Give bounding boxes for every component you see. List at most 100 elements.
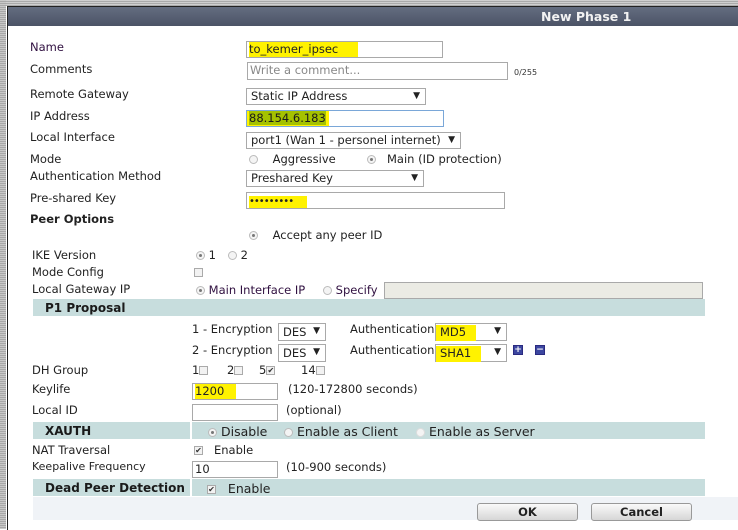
authentication-2-select[interactable]: SHA1 ▼ xyxy=(435,344,507,362)
name-label: Name xyxy=(30,40,64,54)
checkmark-icon: ✔ xyxy=(266,366,276,375)
keylife-input[interactable]: 1200 xyxy=(192,383,278,400)
dh-group-14-checkbox[interactable]: 14 xyxy=(301,363,325,377)
checkbox-icon xyxy=(199,366,209,375)
radio-icon xyxy=(323,286,332,295)
mode-main-radio[interactable]: Main (ID protection) xyxy=(367,152,502,166)
xauth-server-radio[interactable]: Enable as Server xyxy=(416,424,535,439)
local-gateway-main-label: Main Interface IP xyxy=(208,283,306,297)
remote-gateway-select[interactable]: Static IP Address ▼ xyxy=(246,88,426,105)
ip-address-label: IP Address xyxy=(30,109,90,123)
window-frame-left xyxy=(0,0,6,529)
encryption-2-select[interactable]: DES ▼ xyxy=(278,344,326,362)
authentication-1-label: Authentication xyxy=(350,322,435,336)
radio-icon xyxy=(249,155,258,164)
checkbox-icon xyxy=(315,366,325,375)
mode-aggressive-label: Aggressive xyxy=(272,152,336,166)
keylife-value: 1200 xyxy=(195,384,237,399)
band-divider xyxy=(190,422,192,439)
local-gateway-main-radio[interactable]: Main Interface IP xyxy=(196,283,305,297)
keepalive-value: 10 xyxy=(195,462,210,476)
dh-group-5-checkbox[interactable]: 5✔ xyxy=(259,363,276,377)
local-gateway-specify-radio[interactable]: Specify xyxy=(323,283,378,297)
nat-traversal-checkbox[interactable]: ✔ Enable xyxy=(194,443,253,457)
radio-icon xyxy=(284,428,293,437)
psk-label: Pre-shared Key xyxy=(30,191,117,205)
authentication-1-value: MD5 xyxy=(436,325,477,341)
local-id-input[interactable] xyxy=(192,404,278,421)
new-phase1-dialog: New Phase 1 Name to_kemer_ipsec Comments… xyxy=(7,6,738,530)
mode-config-label: Mode Config xyxy=(32,265,104,279)
nat-traversal-label: NAT Traversal xyxy=(32,443,111,457)
authentication-2-value: SHA1 xyxy=(436,346,482,362)
auth-method-value: Preshared Key xyxy=(251,171,333,185)
comments-counter: 0/255 xyxy=(514,68,538,77)
dh-group-1-checkbox[interactable]: 1 xyxy=(192,363,209,377)
encryption-2-value: DES xyxy=(283,346,307,360)
band-divider xyxy=(190,479,192,496)
auth-method-select[interactable]: Preshared Key ▼ xyxy=(246,170,424,187)
radio-selected-icon xyxy=(208,428,217,437)
dh-group-14-label: 14 xyxy=(301,363,316,377)
name-input[interactable]: to_kemer_ipsec xyxy=(246,41,443,58)
psk-input[interactable]: ••••••••• xyxy=(246,192,505,209)
dh-group-2-label: 2 xyxy=(227,363,235,377)
xauth-disable-label: Disable xyxy=(220,424,268,439)
xauth-heading: XAUTH xyxy=(45,424,92,438)
ike-version-2-radio[interactable]: 2 xyxy=(228,248,248,262)
dh-group-1-label: 1 xyxy=(192,363,200,377)
remote-gateway-label: Remote Gateway xyxy=(30,87,129,101)
mode-label: Mode xyxy=(30,152,62,166)
encryption-1-label: 1 - Encryption xyxy=(192,322,273,336)
dpd-enable-label: Enable xyxy=(227,481,271,496)
add-proposal-icon[interactable]: + xyxy=(513,345,523,355)
keepalive-input[interactable]: 10 xyxy=(192,461,278,478)
nat-enable-label: Enable xyxy=(213,443,254,457)
cancel-button[interactable]: Cancel xyxy=(591,503,692,521)
name-value: to_kemer_ipsec xyxy=(249,42,359,57)
xauth-server-label: Enable as Server xyxy=(428,424,535,439)
local-interface-select[interactable]: port1 (Wan 1 - personel internet) ▼ xyxy=(246,132,461,149)
remove-proposal-icon[interactable]: − xyxy=(535,345,545,355)
chevron-down-icon: ▼ xyxy=(494,347,501,357)
mode-config-checkbox[interactable] xyxy=(194,265,203,279)
ok-button[interactable]: OK xyxy=(477,503,578,521)
accept-any-peer-radio[interactable]: Accept any peer ID xyxy=(249,228,382,242)
xauth-client-radio[interactable]: Enable as Client xyxy=(284,424,398,439)
comments-placeholder: Write a comment... xyxy=(250,63,361,77)
dh-group-5-label: 5 xyxy=(259,363,267,377)
accept-any-peer-label: Accept any peer ID xyxy=(272,228,383,242)
local-interface-value: port1 (Wan 1 - personel internet) xyxy=(251,133,441,147)
authentication-1-select[interactable]: MD5 ▼ xyxy=(435,323,507,341)
radio-icon xyxy=(416,428,425,437)
psk-value: ••••••••• xyxy=(249,196,308,208)
chevron-down-icon: ▼ xyxy=(313,326,320,336)
comments-label: Comments xyxy=(30,62,93,76)
dh-group-2-checkbox[interactable]: 2 xyxy=(227,363,244,377)
chevron-down-icon: ▼ xyxy=(313,347,320,357)
peer-options-heading: Peer Options xyxy=(30,212,115,226)
local-id-hint: (optional) xyxy=(286,403,342,417)
dpd-checkbox[interactable]: ✔ Enable xyxy=(207,481,271,496)
ike-version-2-label: 2 xyxy=(240,248,248,262)
mode-aggressive-radio[interactable]: Aggressive xyxy=(249,152,336,166)
radio-selected-icon xyxy=(367,155,376,164)
xauth-client-label: Enable as Client xyxy=(296,424,398,439)
ip-address-value: 88.154.6.183 xyxy=(247,111,329,126)
ike-version-label: IKE Version xyxy=(32,248,97,262)
xauth-disable-radio[interactable]: Disable xyxy=(208,424,267,439)
ike-version-1-radio[interactable]: 1 xyxy=(196,248,216,262)
checkbox-icon xyxy=(234,366,244,375)
p1-proposal-heading: P1 Proposal xyxy=(45,301,126,315)
comments-input[interactable]: Write a comment... xyxy=(247,62,508,80)
chevron-down-icon: ▼ xyxy=(413,91,420,101)
radio-icon xyxy=(228,251,237,260)
encryption-1-select[interactable]: DES ▼ xyxy=(278,323,326,341)
dh-group-label: DH Group xyxy=(32,363,89,377)
keepalive-hint: (10-900 seconds) xyxy=(286,460,387,474)
ip-address-input[interactable]: 88.154.6.183 xyxy=(246,110,444,127)
local-gateway-specify-label: Specify xyxy=(335,283,378,297)
p1-proposal-band xyxy=(33,299,705,316)
local-gateway-specify-input[interactable] xyxy=(384,282,703,299)
radio-selected-icon xyxy=(249,231,258,240)
